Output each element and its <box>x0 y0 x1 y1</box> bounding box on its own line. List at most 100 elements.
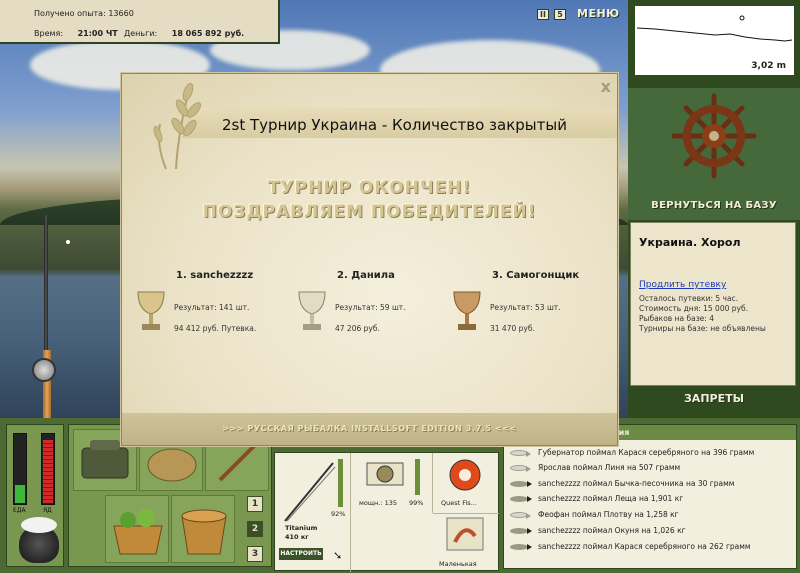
game-screen: Получено опыта: 13660 Время: 21:00 ЧТ Де… <box>0 0 800 573</box>
log-text: sanchezzzz поймал Леща на 1,901 кг <box>538 494 684 503</box>
winner-prize: 47 206 руб. <box>335 324 380 333</box>
log-text: sanchezzzz поймал Окуня на 1,026 кг <box>538 526 686 535</box>
xp-label: Получено опыта: <box>34 9 106 18</box>
bucket-slot[interactable] <box>171 495 235 563</box>
lure-name: Маленькая <box>439 560 477 568</box>
extend-permit-link[interactable]: Продлить путевку <box>639 280 726 290</box>
rod-weight: 410 кг <box>285 533 309 541</box>
xp-row: Получено опыта: 13660 <box>34 9 134 18</box>
winner-name: 1. sanchezzzz <box>176 270 254 281</box>
money-row: Деньги: 18 065 892 руб. <box>124 29 244 38</box>
edition-footer: >>> РУССКАЯ РЫБАЛКА INSTALLSOFT EDITION … <box>122 413 617 445</box>
rod-slot-3-button[interactable]: 3 <box>247 546 263 562</box>
setup-button[interactable]: НАСТРОИТЬ <box>279 548 323 560</box>
list-item: sanchezzzz поймал Окуня на 1,026 кг <box>510 523 686 538</box>
winner-name: 3. Самогонщик <box>492 270 580 281</box>
close-button[interactable]: x <box>601 79 611 95</box>
depth-meter: 3,02 m <box>633 4 796 77</box>
reel-percent: 99% <box>409 499 424 507</box>
poison-gauge-fill <box>43 440 53 503</box>
money-value: 18 065 892 руб. <box>171 29 245 38</box>
rod-icon <box>284 462 336 522</box>
food-gauge <box>13 433 27 505</box>
log-text: Губернатор поймал Карася серебряного на … <box>538 448 755 457</box>
rod-slot-2-button[interactable]: 2 <box>247 521 263 537</box>
dialog-title: 2st Турнир Украина - Количество закрытый <box>222 116 567 134</box>
rod-percent: 92% <box>331 510 346 518</box>
rod-slot-1-button[interactable]: 1 <box>247 496 263 512</box>
list-item: Феофан поймал Плотву на 1,258 кг <box>510 507 679 522</box>
status-bar: Получено опыта: 13660 Время: 21:00 ЧТ Де… <box>0 0 280 44</box>
poison-gauge <box>41 433 55 505</box>
rod-condition-bar <box>338 459 343 507</box>
reel-cell[interactable]: мощн.: 135 99% <box>351 453 433 513</box>
rod-name: Titanium <box>285 524 318 532</box>
base-info: Украина. Хорол Продлить путевку Осталось… <box>630 222 796 386</box>
winner-3: 3. Самогонщик Результат: 53 шт. 31 470 р… <box>450 270 590 333</box>
base-info-line: Турниры на базе: не объявлены <box>639 324 766 333</box>
reel-condition-bar <box>415 459 420 495</box>
line-name: Quest Fis... <box>441 499 477 507</box>
vegetable-basket-icon <box>113 509 163 555</box>
menu-button[interactable]: МЕНЮ <box>577 7 620 20</box>
rod-cell[interactable]: 92% Titanium 410 кг НАСТРОИТЬ ➘ <box>275 453 351 572</box>
fish-icon <box>510 480 532 487</box>
food-label: ЕДА <box>13 507 26 514</box>
return-to-base-button[interactable]: ВЕРНУТЬСЯ НА БАЗУ <box>628 200 800 218</box>
line-cell[interactable]: Quest Fis... <box>433 453 499 513</box>
reel-icon <box>32 358 56 382</box>
reel-item-icon <box>366 462 404 486</box>
ship-wheel-icon[interactable] <box>628 88 800 198</box>
list-item: sanchezzzz поймал Карася серебряного на … <box>510 539 751 554</box>
headline: ТУРНИР ОКОНЧЕН! ПОЗДРАВЛЯЕМ ПОБЕДИТЕЛЕЙ! <box>122 176 617 224</box>
winner-result: Результат: 141 шт. <box>174 303 250 312</box>
list-item: sanchezzzz поймал Леща на 1,901 кг <box>510 491 683 506</box>
restrictions-button[interactable]: ЗАПРЕТЫ <box>628 392 800 412</box>
bucket-icon <box>181 509 227 555</box>
arrow-icon: ➘ <box>333 549 343 562</box>
time-value: 21:00 ЧТ <box>77 29 118 38</box>
headline-finished: ТУРНИР ОКОНЧЕН! <box>267 178 472 198</box>
headline-congrats: ПОЗДРАВЛЯЕМ ПОБЕДИТЕЛЕЙ! <box>202 202 537 222</box>
winner-result: Результат: 59 шт. <box>335 303 406 312</box>
fish-icon <box>510 464 531 472</box>
base-info-line: Осталось путевки: 5 час. <box>639 294 739 303</box>
base-info-line: Стоимость дня: 15 000 руб. <box>639 304 748 313</box>
lure-icon <box>446 517 484 551</box>
groundbait-slot[interactable] <box>105 495 169 563</box>
fish-icon <box>510 511 531 519</box>
fish-icon <box>510 495 532 502</box>
winner-prize: 31 470 руб. <box>490 324 535 333</box>
tackle-panel: 92% Titanium 410 кг НАСТРОИТЬ ➘ мощн.: 1… <box>274 452 499 572</box>
pause-button[interactable]: II <box>537 9 549 20</box>
xp-value: 13660 <box>108 9 134 18</box>
list-item: sanchezzzz поймал Бычка-песочника на 30 … <box>510 476 734 491</box>
speed-button[interactable]: 5 <box>554 9 566 20</box>
winner-name: 2. Данила <box>337 270 395 281</box>
base-info-line: Рыбаков на базе: 4 <box>639 314 714 323</box>
status-gauges: ЕДА ЯД <box>6 424 64 567</box>
depth-value: 3,02 m <box>751 61 786 71</box>
base-title: Украина. Хорол <box>639 236 741 249</box>
winner-2: 2. Данила Результат: 59 шт. 47 206 руб. <box>295 270 435 333</box>
time-label: Время: <box>34 29 64 38</box>
wheat-icon <box>153 82 202 170</box>
fish-icon <box>510 543 532 550</box>
line-spool-icon <box>449 459 481 491</box>
log-text: Феофан поймал Плотву на 1,258 кг <box>538 510 679 519</box>
money-label: Деньги: <box>124 29 158 38</box>
bronze-cup-icon <box>453 291 481 330</box>
cauldron-food <box>21 517 57 533</box>
tournament-results-dialog: 2st Турнир Украина - Количество закрытый… <box>121 73 618 446</box>
fish-icon <box>510 449 531 457</box>
time-row: Время: 21:00 ЧТ <box>34 29 118 38</box>
lure-cell[interactable]: Маленькая <box>433 513 499 572</box>
log-text: Ярослав поймал Линя на 507 грамм <box>538 463 681 472</box>
list-item: Губернатор поймал Карася серебряного на … <box>510 445 754 460</box>
silver-cup-icon <box>298 291 326 330</box>
winner-prize: 94 412 руб. Путевка. <box>174 324 257 333</box>
winner-1: 1. sanchezzzz Результат: 141 шт. 94 412 … <box>134 270 274 333</box>
log-text: sanchezzzz поймал Карася серебряного на … <box>538 542 751 551</box>
food-gauge-fill <box>15 485 25 503</box>
poison-label: ЯД <box>43 507 52 514</box>
